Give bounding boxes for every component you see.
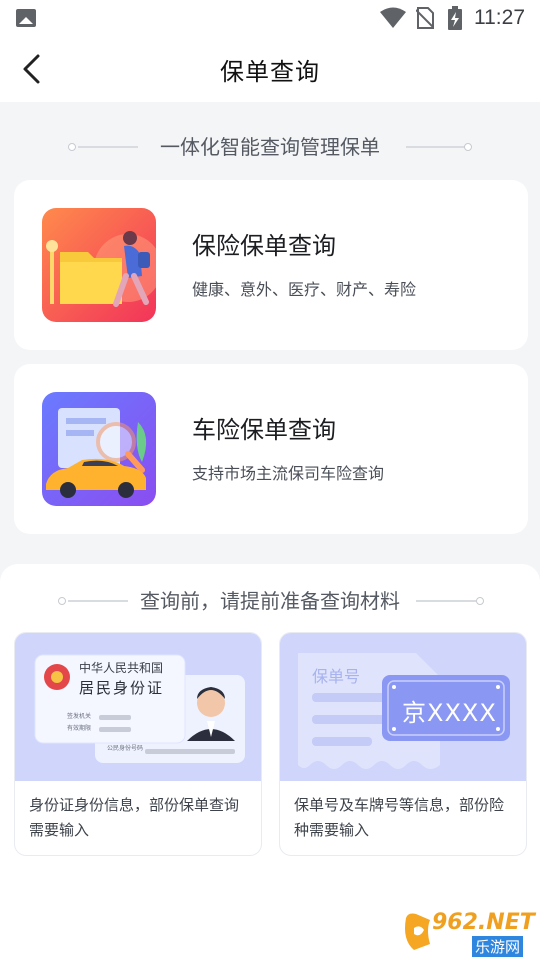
id-card-description: 身份证身份信息，部份保单查询需要输入 (29, 796, 240, 839)
watermark-brand-cn: 乐游网 (472, 936, 524, 957)
intro-caption: 一体化智能查询管理保单 (0, 132, 540, 162)
id-card-illustration: 中华人民共和国 居民身份证 签发机关 有效期限 公民身份号码 (15, 633, 261, 781)
card-subtitle: 支持市场主流保司车险查询 (192, 464, 385, 483)
id-card-number-label: 公民身份号码 (107, 745, 144, 752)
card-subtitle: 健康、意外、医疗、财产、寿险 (192, 280, 417, 299)
policy-plate-illustration: 保单号 京XXXX (280, 633, 526, 781)
id-card-validity-label: 有效期限 (67, 725, 92, 732)
materials-caption: 查询前，请提前准备查询材料 (0, 586, 540, 616)
app-header: 保单查询 (0, 36, 540, 102)
battery-charging-icon (448, 6, 462, 30)
id-card-authority-label: 签发机关 (67, 713, 92, 720)
card-title: 车险保单查询 (192, 416, 336, 444)
intro-caption-text: 一体化智能查询管理保单 (160, 135, 380, 159)
no-sim-icon (416, 7, 434, 29)
id-card-country-text: 中华人民共和国 (79, 661, 164, 675)
insurance-folder-illustration (42, 208, 156, 322)
status-time: 11:27 (474, 6, 525, 29)
plate-number-text: 京XXXX (402, 699, 497, 727)
policy-plate-material-card: 保单号 京XXXX 保单号及车牌号等信息，部份险种需要输入 (279, 632, 527, 856)
insurance-policy-query-card[interactable]: 保险保单查询 健康、意外、医疗、财产、寿险 (14, 180, 528, 350)
watermark-brand: 962.NET (432, 910, 535, 935)
auto-policy-query-card[interactable]: 车险保单查询 支持市场主流保司车险查询 (14, 364, 528, 534)
image-notification-icon (16, 9, 36, 27)
status-bar: 11:27 (0, 0, 540, 36)
caption-line-left (68, 600, 128, 602)
card-title: 保险保单查询 (192, 232, 336, 260)
caption-dot-left (58, 597, 66, 605)
id-card-type-text: 居民身份证 (79, 679, 165, 697)
caption-line-right (406, 146, 466, 148)
caption-line-left (78, 146, 138, 148)
caption-dot-right (476, 597, 484, 605)
caption-line-right (416, 600, 476, 602)
caption-dot-left (68, 143, 76, 151)
car-magnifier-illustration (42, 392, 156, 506)
caption-dot-right (464, 143, 472, 151)
materials-caption-text: 查询前，请提前准备查询材料 (140, 589, 400, 613)
policy-plate-description: 保单号及车牌号等信息，部份险种需要输入 (294, 796, 505, 839)
wifi-icon (380, 7, 406, 28)
policy-number-label: 保单号 (312, 667, 361, 686)
watermark-logo: 962.NET 乐游网 (400, 910, 536, 957)
page-title: 保单查询 (220, 58, 320, 86)
id-card-material-card: 中华人民共和国 居民身份证 签发机关 有效期限 公民身份号码 身份证身份信息，部… (14, 632, 262, 856)
